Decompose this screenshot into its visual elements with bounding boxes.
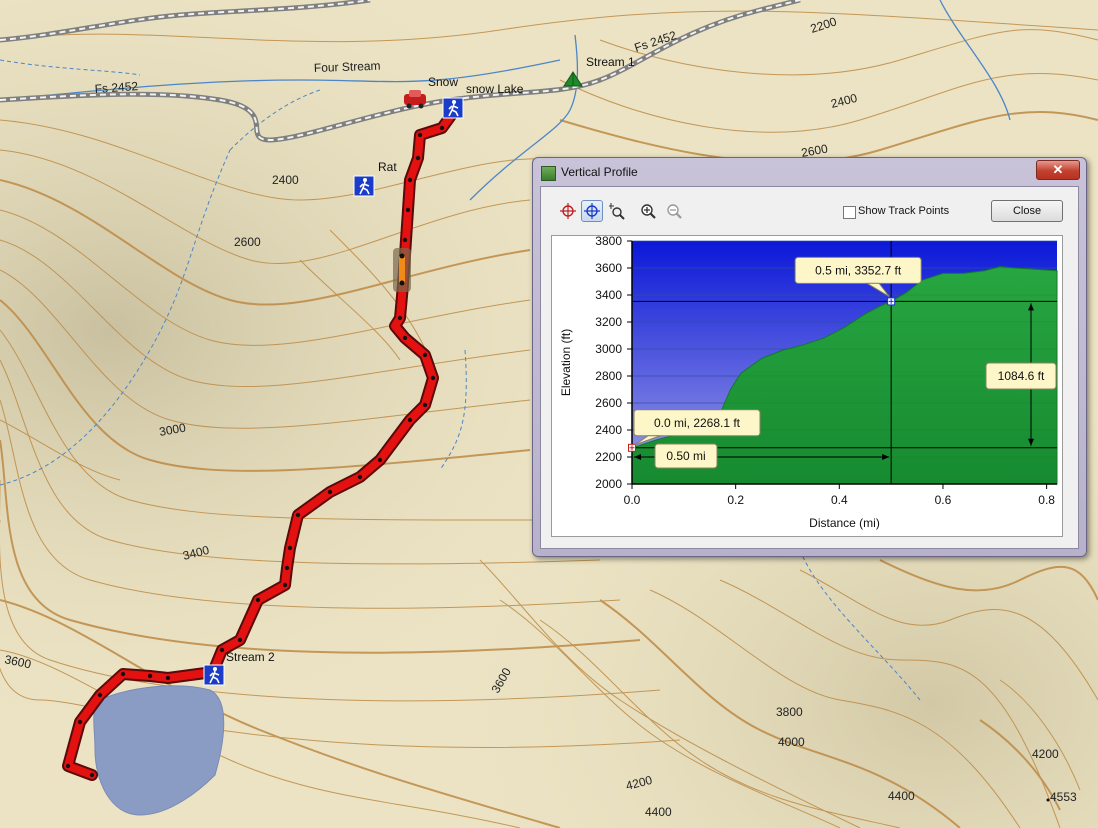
end-point-label-text: 0.5 mi, 3352.7 ft (815, 263, 902, 277)
selected-segment[interactable] (393, 248, 411, 292)
y-tick-label: 3200 (595, 315, 622, 329)
y-tick-label: 2400 (595, 423, 622, 437)
crosshair-icon[interactable] (557, 200, 579, 222)
spot-elevation-dot (1046, 798, 1050, 802)
y-tick-label: 2200 (595, 450, 622, 464)
elevation-gain-label: 1084.6 ft (985, 362, 1057, 390)
contour-label: 3800 (776, 705, 803, 719)
y-tick-label: 3400 (595, 288, 622, 302)
show-track-points-checkbox[interactable] (843, 206, 856, 219)
elevation-chart-svg[interactable]: 2000 2200 2400 2600 2800 3000 3200 3400 3600 3800… (552, 236, 1062, 536)
elevation-gain-label-text: 1084.6 ft (998, 369, 1045, 383)
contour-label: 4400 (888, 789, 915, 803)
vertical-profile-window[interactable]: Vertical Profile ✕ Show Track Points Clo… (532, 157, 1087, 557)
y-tick-label: 2800 (595, 369, 622, 383)
window-title: Vertical Profile (561, 165, 638, 179)
hiker-icon[interactable] (353, 175, 375, 197)
window-close-button[interactable]: ✕ (1036, 160, 1080, 180)
y-tick-label: 2000 (595, 477, 622, 491)
zoom-box-icon[interactable] (605, 200, 627, 222)
window-titlebar[interactable]: Vertical Profile ✕ (533, 158, 1086, 186)
y-axis-label: Elevation (ft) (559, 329, 573, 396)
x-tick-label: 0.8 (1038, 493, 1055, 507)
distance-label-text: 0.50 mi (666, 449, 705, 463)
waypoint-label-stream-1: Stream 1 (586, 55, 635, 69)
profile-app-icon (541, 166, 556, 181)
y-tick-label: 3000 (595, 342, 622, 356)
elevation-chart[interactable]: 2000 2200 2400 2600 2800 3000 3200 3400 3600 3800… (551, 235, 1063, 537)
x-tick-label: 0.4 (831, 493, 848, 507)
waypoint-label-rat: Rat (378, 160, 397, 174)
hiker-icon[interactable] (203, 664, 225, 686)
x-tick-label: 0.6 (935, 493, 952, 507)
x-tick-label: 0.0 (624, 493, 641, 507)
start-point-label-text: 0.0 mi, 2268.1 ft (654, 416, 741, 430)
waypoint-label-snow-lake: snow Lake (466, 82, 524, 96)
close-button[interactable]: Close (991, 200, 1063, 222)
y-tick-label: 3600 (595, 261, 622, 275)
zoom-in-icon[interactable] (637, 200, 659, 222)
waypoint-label-stream-2: Stream 2 (226, 650, 275, 664)
distance-label: 0.50 mi (654, 443, 718, 469)
contour-label: 2400 (272, 173, 299, 187)
contour-label: 2600 (234, 235, 261, 249)
y-tick-label: 2600 (595, 396, 622, 410)
x-tick-label: 0.2 (727, 493, 744, 507)
waypoint-label-snow: Snow (428, 75, 458, 89)
show-track-points-label: Show Track Points (858, 205, 950, 217)
window-client-area: Show Track Points Close 2000 2200 2400 2600… (540, 186, 1079, 549)
y-tick-label: 3800 (595, 236, 622, 248)
pan-crosshair-icon[interactable] (581, 200, 603, 222)
contour-label: 4000 (778, 735, 805, 749)
zoom-out-icon[interactable] (663, 200, 685, 222)
x-axis-label: Distance (mi) (809, 516, 880, 530)
spot-elevation-label: 4553 (1050, 790, 1077, 804)
contour-label: 4200 (1032, 747, 1059, 761)
hiker-icon[interactable] (442, 97, 464, 119)
stream-label: Four Stream (314, 59, 381, 75)
contour-label: 4400 (645, 805, 672, 819)
